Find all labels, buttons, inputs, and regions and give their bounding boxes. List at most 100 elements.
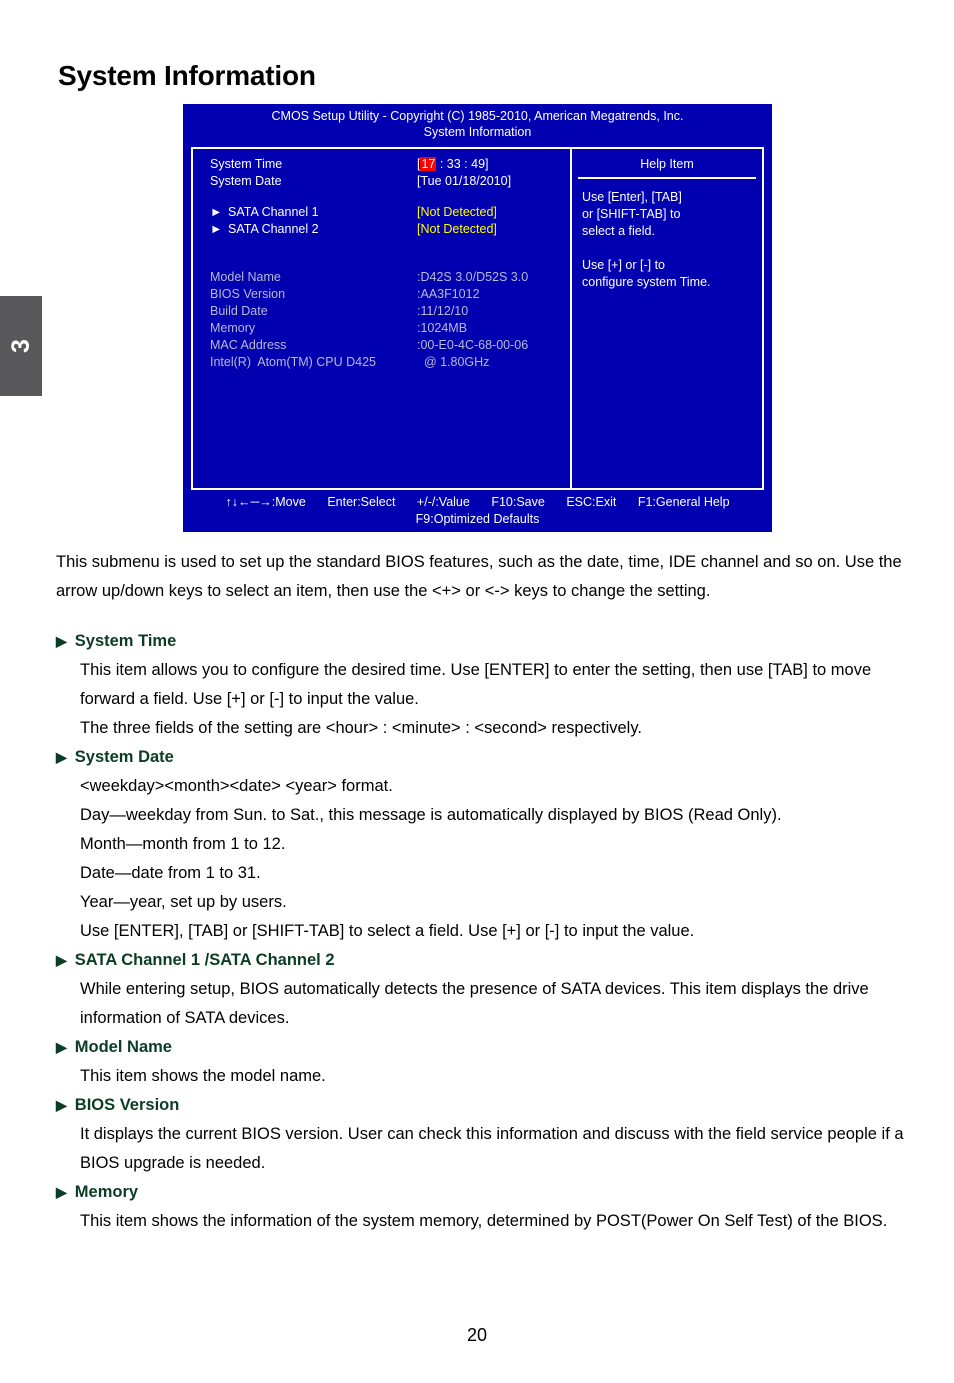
key-value: +/-/:Value [416, 495, 470, 509]
key-general-help: F1:General Help [637, 495, 730, 509]
sata-channel-1-row[interactable]: ► SATA Channel 1 [Not Detected] [210, 204, 570, 221]
sata-channel-2-value: [Not Detected] [417, 222, 497, 236]
document-body: This submenu is used to set up the stand… [56, 548, 904, 1236]
key-save: F10:Save [491, 495, 545, 509]
section-paragraph: The three fields of the setting are <hou… [80, 719, 642, 737]
chapter-number: 3 [6, 339, 35, 353]
key-move: ↑↓←─→:Move [225, 495, 306, 509]
section-heading: ▶ Model Name [56, 1033, 904, 1062]
section-paragraph: While entering setup, BIOS automatically… [80, 980, 869, 1027]
section-heading: ▶ Memory [56, 1178, 904, 1207]
help-line-1: Use [Enter], [TAB] [582, 190, 682, 204]
build-date-row: Build Date :11/12/10 [210, 303, 570, 320]
triangle-bullet-icon: ▶ [56, 1184, 67, 1200]
triangle-bullet-icon: ▶ [56, 952, 67, 968]
memory-value: :1024MB [417, 321, 468, 335]
section-heading: ▶ BIOS Version [56, 1091, 904, 1120]
section-heading: ▶ SATA Channel 1 /SATA Channel 2 [56, 946, 904, 975]
sata-channel-2-row[interactable]: ► SATA Channel 2 [Not Detected] [210, 221, 570, 238]
bios-footer: ↑↓←─→:Move Enter:Select +/-/:Value F10:S… [183, 494, 772, 528]
key-optimized-defaults: F9:Optimized Defaults [415, 512, 540, 526]
bios-footer-keys: ↑↓←─→:Move Enter:Select +/-/:Value F10:S… [183, 494, 772, 511]
system-date-label: System Date [210, 174, 282, 188]
bios-body: System Time [17 : 33 : 49] System Date [… [191, 147, 764, 490]
triangle-bullet-icon: ▶ [56, 633, 67, 649]
section-heading-label: System Date [74, 748, 174, 766]
section-memory: ▶ Memory This item shows the information … [56, 1178, 904, 1236]
triangle-bullet-icon: ▶ [56, 749, 67, 765]
cpu-value: @ 1.80GHz [417, 355, 490, 369]
section-paragraph: Year—year, set up by users. [80, 893, 287, 911]
key-exit: ESC:Exit [566, 495, 617, 509]
help-line-5: configure system Time. [582, 275, 711, 289]
help-line-2: or [SHIFT-TAB] to [582, 207, 681, 221]
build-date-value: :11/12/10 [417, 304, 469, 318]
section-heading-label: BIOS Version [74, 1096, 180, 1114]
section-heading-label: Model Name [74, 1038, 172, 1056]
cpu-label: Intel(R) Atom(TM) CPU D425 [210, 355, 377, 369]
section-heading: ▶ System Time [56, 627, 904, 656]
section-paragraph: Day—weekday from Sun. to Sat., this mess… [80, 806, 782, 824]
bios-header-line1: CMOS Setup Utility - Copyright (C) 1985-… [271, 109, 684, 123]
mac-address-row: MAC Address :00-E0-4C-68-00-06 [210, 337, 570, 354]
help-line-4: Use [+] or [-] to [582, 258, 666, 272]
section-heading: ▶ System Date [56, 743, 904, 772]
bios-settings-pane: System Time [17 : 33 : 49] System Date [… [193, 149, 572, 488]
system-time-label: System Time [210, 157, 283, 171]
system-date-row[interactable]: System Date [Tue 01/18/2010] [210, 173, 570, 190]
section-bios-version: ▶ BIOS Version It displays the current BI… [56, 1091, 904, 1178]
system-time-hour-highlight[interactable]: 17 [420, 157, 437, 171]
system-time-value[interactable]: [17 : 33 : 49] [417, 156, 489, 173]
section-paragraph: Use [ENTER], [TAB] or [SHIFT-TAB] to sel… [80, 922, 695, 940]
model-name-row: Model Name :D42S 3.0/D52S 3.0 [210, 269, 570, 286]
mac-address-label: MAC Address [210, 338, 287, 352]
sata-channel-1-value: [Not Detected] [417, 205, 497, 219]
sata-channel-1-label: ► SATA Channel 1 [210, 204, 417, 221]
bios-version-row: BIOS Version :AA3F1012 [210, 286, 570, 303]
bios-header: CMOS Setup Utility - Copyright (C) 1985-… [183, 104, 772, 140]
help-item-body: Use [Enter], [TAB] or [SHIFT-TAB] to sel… [572, 179, 762, 291]
page-title: System Information [58, 60, 316, 91]
section-paragraph: This item shows the information of the s… [80, 1212, 888, 1230]
section-paragraph: This item shows the model name. [80, 1067, 326, 1085]
section-paragraph: <weekday><month><date> <year> format. [80, 777, 393, 795]
section-system-date: ▶ System Date <weekday><month><date> <yea… [56, 743, 904, 946]
section-paragraph: This item allows you to configure the de… [80, 661, 872, 708]
bios-setup-screenshot: CMOS Setup Utility - Copyright (C) 1985-… [183, 104, 772, 532]
section-paragraph: Date—date from 1 to 31. [80, 864, 261, 882]
triangle-bullet-icon: ▶ [56, 1097, 67, 1113]
chapter-tab: 3 [0, 296, 42, 396]
bios-version-value: :AA3F1012 [417, 287, 480, 301]
bios-version-label: BIOS Version [210, 287, 286, 301]
section-heading-label: Memory [74, 1183, 139, 1201]
bios-help-pane: Help Item Use [Enter], [TAB] or [SHIFT-T… [572, 149, 762, 488]
sata-channel-2-text: SATA Channel 2 [228, 222, 319, 236]
sata-channel-1-text: SATA Channel 1 [228, 205, 319, 219]
submenu-arrow-icon: ► [210, 222, 223, 236]
section-paragraph: Month—month from 1 to 12. [80, 835, 286, 853]
section-heading-label: System Time [74, 632, 177, 650]
section-model-name: ▶ Model Name This item shows the model na… [56, 1033, 904, 1091]
submenu-arrow-icon: ► [210, 205, 223, 219]
bios-header-line2: System Information [423, 125, 532, 139]
section-paragraph: It displays the current BIOS version. Us… [80, 1125, 904, 1172]
help-item-title: Help Item [640, 157, 694, 171]
system-date-value[interactable]: [Tue 01/18/2010] [417, 173, 511, 190]
intro-paragraph: This submenu is used to set up the stand… [56, 553, 902, 600]
page-number: 20 [466, 1325, 488, 1345]
memory-row: Memory :1024MB [210, 320, 570, 337]
system-time-row[interactable]: System Time [17 : 33 : 49] [210, 156, 570, 173]
section-heading-label: SATA Channel 1 /SATA Channel 2 [74, 951, 335, 969]
model-name-value: :D42S 3.0/D52S 3.0 [417, 270, 529, 284]
section-sata-channels: ▶ SATA Channel 1 /SATA Channel 2 While en… [56, 946, 904, 1033]
sata-channel-2-label: ► SATA Channel 2 [210, 221, 417, 238]
key-select: Enter:Select [327, 495, 396, 509]
system-time-rest: : 33 : 49] [436, 157, 489, 171]
cpu-row: Intel(R) Atom(TM) CPU D425 @ 1.80GHz [210, 354, 570, 371]
triangle-bullet-icon: ▶ [56, 1039, 67, 1055]
build-date-label: Build Date [210, 304, 268, 318]
model-name-label: Model Name [210, 270, 281, 284]
